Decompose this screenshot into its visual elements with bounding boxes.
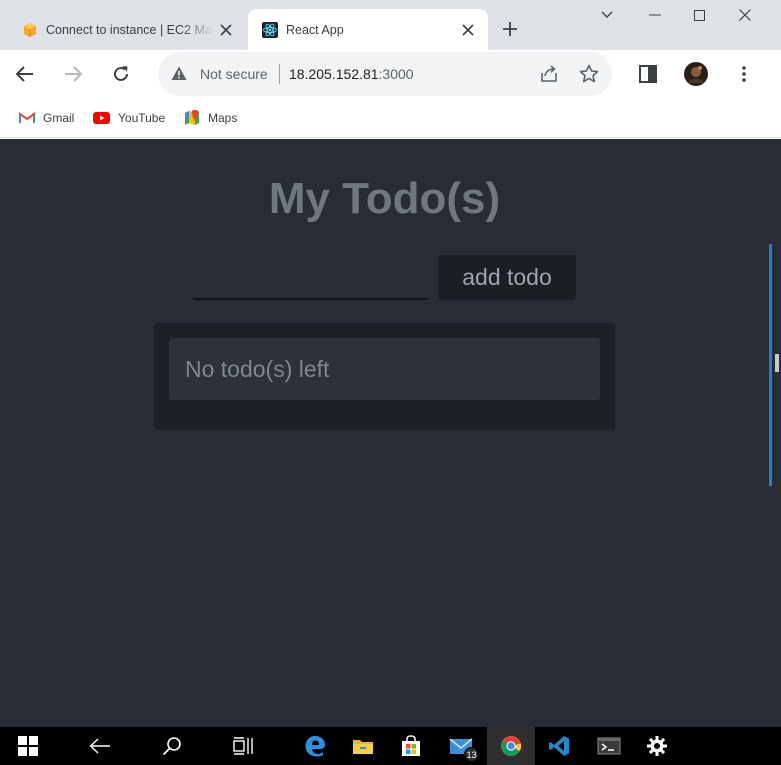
tab-react-app[interactable]: React App <box>248 9 488 50</box>
bookmark-maps[interactable]: Maps <box>184 109 237 127</box>
search-icon[interactable] <box>148 727 196 765</box>
tab-strip: Connect to instance | EC2 Management Con… <box>0 0 781 50</box>
forward-icon[interactable] <box>57 58 89 90</box>
bookmark-youtube[interactable]: YouTube <box>93 109 165 127</box>
taskbar: 13 <box>0 727 781 765</box>
maps-icon <box>185 110 199 125</box>
share-icon[interactable] <box>539 65 559 88</box>
react-icon <box>262 21 278 38</box>
back-icon[interactable] <box>9 58 41 90</box>
chrome-icon[interactable] <box>487 727 535 765</box>
youtube-icon <box>93 112 110 124</box>
vscode-icon[interactable] <box>535 727 583 765</box>
new-tab-icon[interactable] <box>498 17 522 41</box>
store-icon[interactable] <box>387 727 435 765</box>
browser-toolbar: Not secure 18.205.152.81:3000 <box>0 50 781 98</box>
bookmark-gmail[interactable]: Gmail <box>19 109 74 127</box>
tab-search-chevron-icon[interactable] <box>595 4 619 26</box>
maximize-icon[interactable] <box>687 4 711 26</box>
edge-icon[interactable] <box>291 727 339 765</box>
bookmark-label: YouTube <box>118 111 166 125</box>
side-panel-icon[interactable] <box>632 58 664 90</box>
tab-title: Connect to instance | EC2 Management Con… <box>46 22 214 37</box>
react-app-page: My Todo(s) add todo No todo(s) left <box>0 139 769 727</box>
resize-grip-icon[interactable] <box>775 354 779 372</box>
reload-icon[interactable] <box>105 58 137 90</box>
task-view-icon[interactable] <box>220 727 268 765</box>
settings-icon[interactable] <box>633 727 681 765</box>
url-text[interactable]: 18.205.152.81:3000 <box>289 66 414 82</box>
mail-badge: 13 <box>464 747 479 762</box>
warning-icon[interactable] <box>171 66 187 86</box>
separator <box>279 64 280 84</box>
minimize-icon[interactable] <box>643 4 667 26</box>
file-explorer-icon[interactable] <box>339 727 387 765</box>
terminal-icon[interactable] <box>585 727 633 765</box>
bookmark-label: Gmail <box>43 111 75 125</box>
tab-ec2-console[interactable]: Connect to instance | EC2 Management Con… <box>8 9 246 50</box>
profile-avatar[interactable] <box>680 58 712 90</box>
security-label[interactable]: Not secure <box>200 66 268 82</box>
aws-icon <box>22 22 38 38</box>
close-tab-icon[interactable] <box>456 18 480 42</box>
gmail-icon <box>19 112 35 123</box>
more-menu-icon[interactable] <box>728 58 760 90</box>
page-title: My Todo(s) <box>268 174 501 223</box>
bookmark-label: Maps <box>208 111 238 125</box>
back-icon[interactable] <box>76 727 124 765</box>
add-todo-button[interactable]: add todo <box>438 255 576 300</box>
mail-icon[interactable]: 13 <box>437 727 485 765</box>
tab-title: React App <box>286 22 344 37</box>
close-tab-icon[interactable] <box>214 18 238 42</box>
scrollbar[interactable] <box>769 139 781 727</box>
todo-input[interactable] <box>193 262 428 300</box>
bookmark-star-icon[interactable] <box>579 64 599 89</box>
empty-todo-message: No todo(s) left <box>169 338 600 400</box>
scroll-indicator[interactable] <box>769 244 772 486</box>
todo-list: No todo(s) left <box>154 323 615 430</box>
windows-start-icon[interactable] <box>4 727 52 765</box>
address-bar[interactable]: Not secure 18.205.152.81:3000 <box>158 52 612 96</box>
close-window-icon[interactable] <box>733 4 757 26</box>
bookmarks-bar: Gmail YouTube Maps <box>0 98 781 138</box>
